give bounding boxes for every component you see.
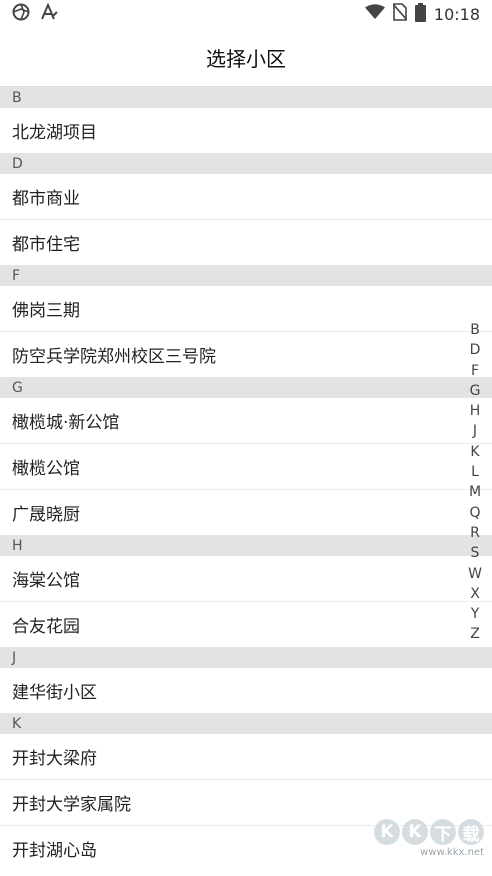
watermark-logo-char: 下	[430, 819, 456, 845]
section-header-h: H	[0, 535, 492, 556]
index-letter-m[interactable]: M	[468, 482, 482, 502]
list-item[interactable]: 都市商业	[0, 174, 492, 220]
list-item[interactable]: 合友花园	[0, 602, 492, 647]
list-item[interactable]: 橄榄公馆	[0, 444, 492, 490]
index-letter-j[interactable]: J	[468, 421, 482, 441]
alphabet-index-bar[interactable]: B D F G H J K L M Q R S W X Y Z	[468, 320, 482, 645]
status-bar: 10:18	[0, 0, 492, 28]
index-letter-b[interactable]: B	[468, 320, 482, 340]
watermark-logo-char: 载	[458, 819, 484, 845]
index-letter-x[interactable]: X	[468, 584, 482, 604]
index-letter-y[interactable]: Y	[468, 604, 482, 624]
index-letter-f[interactable]: F	[468, 361, 482, 381]
watermark-logo-char: K	[374, 819, 400, 845]
index-letter-w[interactable]: W	[468, 564, 482, 584]
section-header-b: B	[0, 87, 492, 108]
list-item[interactable]: 橄榄城·新公馆	[0, 398, 492, 444]
list-item[interactable]: 都市住宅	[0, 220, 492, 265]
section-header-d: D	[0, 153, 492, 174]
page-title: 选择小区	[206, 46, 286, 71]
a-icon	[40, 2, 58, 25]
list-item[interactable]: 防空兵学院郑州校区三号院	[0, 332, 492, 377]
index-letter-k[interactable]: K	[468, 442, 482, 462]
status-time: 10:18	[433, 4, 480, 24]
watermark-logo: K K 下 载	[374, 819, 484, 845]
index-letter-q[interactable]: Q	[468, 503, 482, 523]
list-item[interactable]: 广晟晓厨	[0, 490, 492, 535]
no-sim-icon	[392, 3, 408, 25]
list-item[interactable]: 海棠公馆	[0, 556, 492, 602]
aperture-icon	[12, 3, 30, 25]
index-letter-d[interactable]: D	[468, 340, 482, 360]
index-letter-z[interactable]: Z	[468, 624, 482, 644]
index-letter-s[interactable]: S	[468, 543, 482, 563]
watermark-logo-char: K	[402, 819, 428, 845]
section-header-f: F	[0, 265, 492, 286]
watermark: K K 下 载 www.kkx.net	[374, 819, 484, 858]
list-item[interactable]: 建华街小区	[0, 668, 492, 713]
index-letter-r[interactable]: R	[468, 523, 482, 543]
section-header-g: G	[0, 377, 492, 398]
community-list[interactable]: B 北龙湖项目 D 都市商业 都市住宅 F 佛岗三期 防空兵学院郑州校区三号院 …	[0, 87, 492, 871]
title-bar: 选择小区	[0, 28, 492, 87]
battery-icon	[414, 2, 426, 26]
watermark-url: www.kkx.net	[420, 847, 484, 858]
list-item[interactable]: 佛岗三期	[0, 286, 492, 332]
section-header-j: J	[0, 647, 492, 668]
index-letter-g[interactable]: G	[468, 381, 482, 401]
index-letter-h[interactable]: H	[468, 401, 482, 421]
wifi-icon	[364, 4, 385, 24]
list-item[interactable]: 开封大梁府	[0, 734, 492, 780]
index-letter-l[interactable]: L	[468, 462, 482, 482]
section-header-k: K	[0, 713, 492, 734]
list-item[interactable]: 北龙湖项目	[0, 108, 492, 153]
